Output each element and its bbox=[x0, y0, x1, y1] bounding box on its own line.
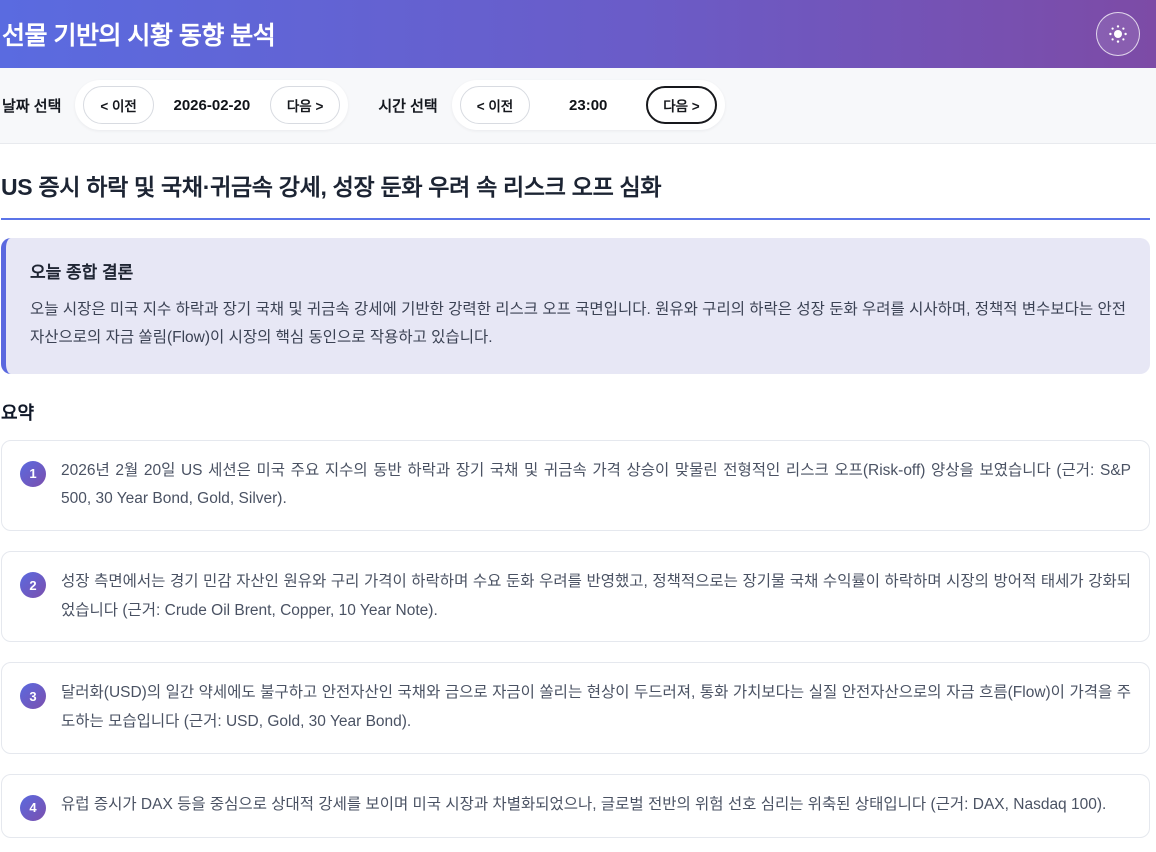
time-select-label: 시간 선택 bbox=[378, 97, 438, 115]
time-selector: < 이전 23:00 다음 > bbox=[451, 80, 725, 130]
time-selector-group: 시간 선택 < 이전 23:00 다음 > bbox=[378, 80, 725, 130]
item-number-badge: 4 bbox=[20, 794, 46, 821]
sun-icon bbox=[1109, 25, 1127, 43]
time-value: 23:00 bbox=[569, 96, 608, 114]
item-text: 달러화(USD)의 일간 약세에도 불구하고 안전자산인 국채와 금으로 자금이… bbox=[61, 684, 1131, 731]
item-number-badge: 2 bbox=[20, 572, 46, 599]
summary-item: 1 2026년 2월 20일 US 세션은 미국 주요 지수의 동반 하락과 장… bbox=[1, 439, 1150, 532]
app-header: 선물 기반의 시황 동향 분석 bbox=[0, 0, 1156, 68]
theme-toggle-button[interactable] bbox=[1096, 12, 1140, 56]
item-number-badge: 3 bbox=[20, 683, 46, 710]
selector-bar: 날짜 선택 < 이전 2026-02-20 다음 > 시간 선택 < 이전 23… bbox=[0, 68, 1156, 144]
app-title: 선물 기반의 시황 동향 분석 bbox=[2, 22, 276, 50]
headline: US 증시 하락 및 국채·귀금속 강세, 성장 둔화 우려 속 리스크 오프 … bbox=[1, 168, 1150, 220]
page: { "header": { "title": "선물 기반의 시황 동향 분석"… bbox=[0, 0, 1156, 852]
item-text: 성장 측면에서는 경기 민감 자산인 원유와 구리 가격이 하락하며 수요 둔화… bbox=[61, 573, 1131, 619]
main-content: US 증시 하락 및 국채·귀금속 강세, 성장 둔화 우려 속 리스크 오프 … bbox=[0, 168, 1156, 852]
date-value: 2026-02-20 bbox=[173, 96, 251, 114]
summary-item: 2 성장 측면에서는 경기 민감 자산인 원유와 구리 가격이 하락하며 수요 … bbox=[1, 551, 1150, 643]
conclusion-body: 오늘 시장은 미국 지수 하락과 장기 국채 및 귀금속 강세에 기반한 강력한… bbox=[30, 301, 1126, 346]
time-prev-button[interactable]: < 이전 bbox=[459, 86, 531, 124]
date-select-label: 날짜 선택 bbox=[2, 97, 62, 115]
date-next-button[interactable]: 다음 > bbox=[269, 86, 341, 124]
summary-item: 3 달러화(USD)의 일간 약세에도 불구하고 안전자산인 국채와 금으로 자… bbox=[1, 662, 1150, 754]
item-text: 2026년 2월 20일 US 세션은 미국 주요 지수의 동반 하락과 장기 … bbox=[61, 461, 1131, 508]
date-selector: < 이전 2026-02-20 다음 > bbox=[75, 80, 349, 130]
time-next-button[interactable]: 다음 > bbox=[646, 86, 717, 124]
item-number-badge: 1 bbox=[20, 460, 46, 487]
conclusion-box: 오늘 종합 결론 오늘 시장은 미국 지수 하락과 장기 국채 및 귀금속 강세… bbox=[1, 238, 1150, 374]
conclusion-title: 오늘 종합 결론 bbox=[30, 263, 134, 282]
date-selector-group: 날짜 선택 < 이전 2026-02-20 다음 > bbox=[2, 80, 349, 130]
date-prev-button[interactable]: < 이전 bbox=[83, 86, 154, 124]
summary-item: 4 유럽 증시가 DAX 등을 중심으로 상대적 강세를 보이며 미국 시장과 … bbox=[1, 773, 1150, 838]
item-text: 유럽 증시가 DAX 등을 중심으로 상대적 강세를 보이며 미국 시장과 차별… bbox=[61, 795, 1107, 813]
summary-section-title: 요약 bbox=[1, 402, 35, 423]
